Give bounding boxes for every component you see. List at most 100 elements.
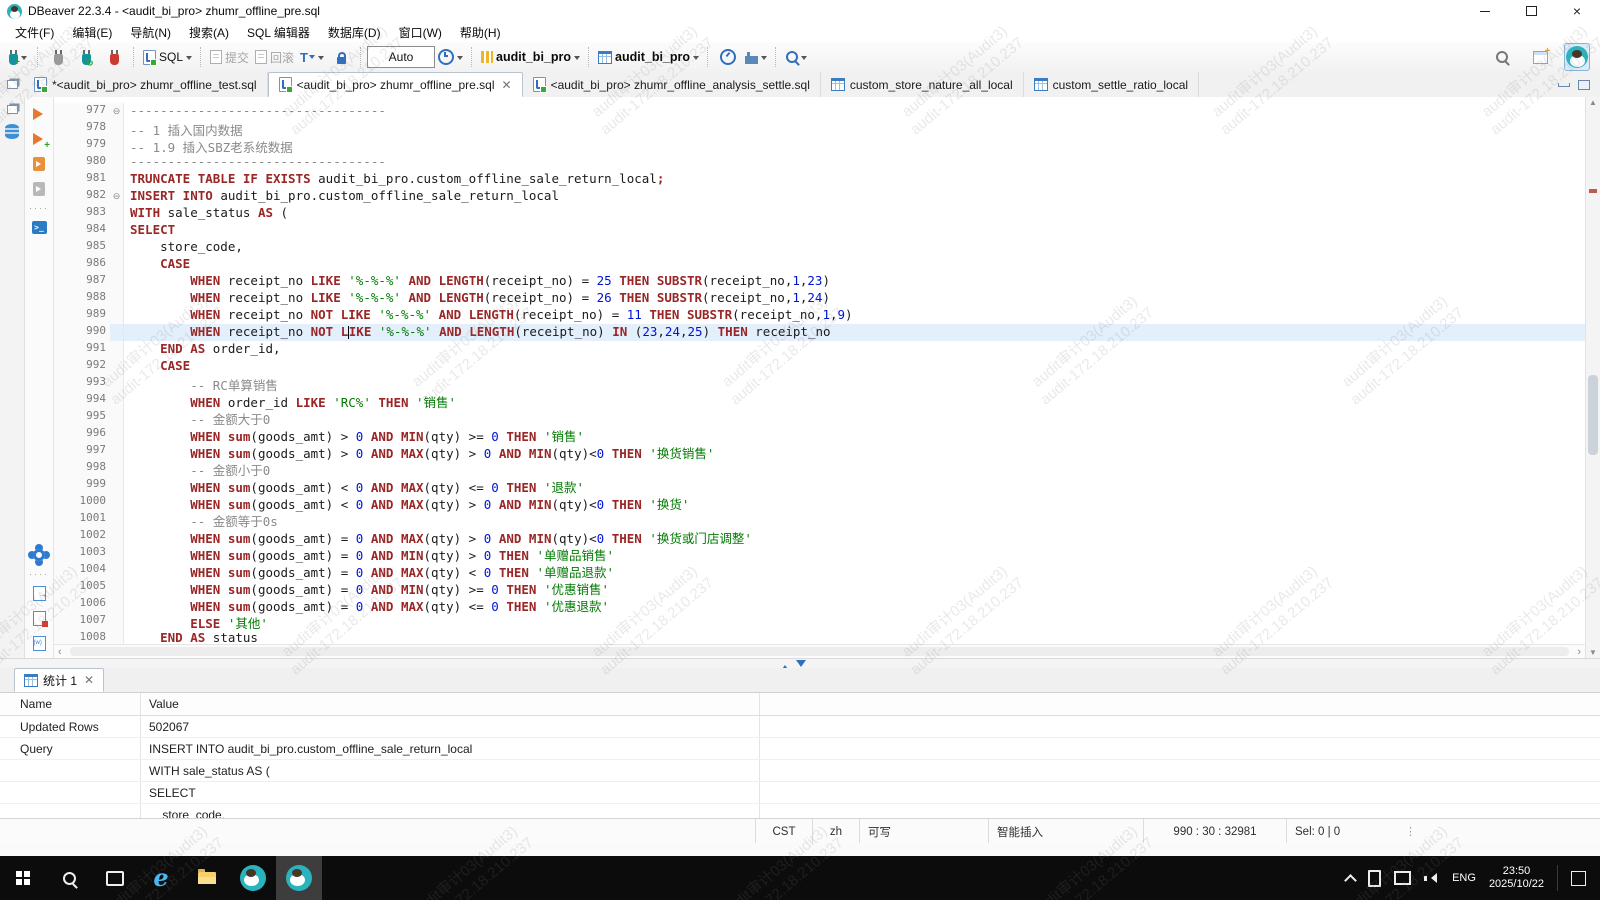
vertical-scrollbar[interactable]: ▲ ▼ xyxy=(1585,97,1600,658)
file-explorer-button[interactable] xyxy=(184,856,230,900)
code-line[interactable]: 1002 WHEN sum(goods_amt) = 0 AND MAX(qty… xyxy=(54,528,1585,545)
code-line[interactable]: 980---------------------------------- xyxy=(54,154,1585,171)
maximize-button[interactable] xyxy=(1508,0,1554,22)
scroll-left-icon[interactable]: ‹ xyxy=(54,646,66,658)
menu-item-3[interactable]: 搜索(A) xyxy=(180,24,238,41)
code-line[interactable]: 999 WHEN sum(goods_amt) < 0 AND MAX(qty)… xyxy=(54,477,1585,494)
minimize-view-icon[interactable] xyxy=(1558,83,1570,87)
execute-new-tab-button[interactable]: + xyxy=(30,130,48,148)
export-result-button[interactable] xyxy=(30,584,48,602)
code-line[interactable]: 1000 WHEN sum(goods_amt) < 0 AND MAX(qty… xyxy=(54,494,1585,511)
code-line[interactable]: 991 END AS order_id, xyxy=(54,341,1585,358)
editor-tab-0[interactable]: *<audit_bi_pro> zhumr_offline_test.sql xyxy=(24,72,268,97)
code-line[interactable]: 993 -- RC单算销售 xyxy=(54,375,1585,392)
close-button[interactable]: × xyxy=(1554,0,1600,22)
column-header-value[interactable]: Value xyxy=(141,693,760,715)
editor-tab-4[interactable]: custom_settle_ratio_local xyxy=(1024,72,1199,97)
code-line[interactable]: 987 WHEN receipt_no LIKE '%-%-%' AND LEN… xyxy=(54,273,1585,290)
scroll-right-icon[interactable]: › xyxy=(1573,646,1585,658)
commit-button[interactable]: 提交 xyxy=(207,45,252,69)
minimize-button[interactable] xyxy=(1462,0,1508,22)
code-line[interactable]: 990 WHEN receipt_no NOT LIKE '%-%-%' AND… xyxy=(54,324,1585,341)
dbeaver-taskbar-button[interactable] xyxy=(230,856,276,900)
vertical-scroll-thumb[interactable] xyxy=(1588,375,1598,455)
disconnect-button[interactable] xyxy=(100,45,128,69)
code-line[interactable]: 1006 WHEN sum(goods_amt) = 0 AND MAX(qty… xyxy=(54,596,1585,613)
speaker-icon[interactable] xyxy=(1424,872,1439,885)
code-line[interactable]: 994 WHEN order_id LIKE 'RC%' THEN '销售' xyxy=(54,392,1585,409)
restore-panel-icon[interactable] xyxy=(7,80,18,89)
search-button[interactable] xyxy=(782,45,810,69)
sql-editor-button[interactable]: SQL xyxy=(140,45,195,69)
new-connection-button[interactable]: + xyxy=(4,45,32,69)
notification-center-icon[interactable] xyxy=(1571,871,1586,886)
explain-plan-button[interactable] xyxy=(30,180,48,198)
query-history-button[interactable] xyxy=(435,45,466,69)
clock[interactable]: 23:50 2025/10/22 xyxy=(1489,865,1544,891)
editor-tab-3[interactable]: custom_store_nature_all_local xyxy=(821,72,1024,97)
database-navigator-icon[interactable] xyxy=(5,124,19,139)
column-header-name[interactable]: Name xyxy=(0,693,141,715)
start-button[interactable] xyxy=(0,856,46,900)
horizontal-scrollbar[interactable]: ‹ › xyxy=(54,644,1585,658)
code-line[interactable]: 997 WHEN sum(goods_amt) > 0 AND MAX(qty)… xyxy=(54,443,1585,460)
code-line[interactable]: 981TRUNCATE TABLE IF EXISTS audit_bi_pro… xyxy=(54,171,1585,188)
dbeaver-perspective-button[interactable] xyxy=(1564,43,1590,71)
code-line[interactable]: 982⊖INSERT INTO audit_bi_pro.custom_offl… xyxy=(54,188,1585,205)
lock-button[interactable] xyxy=(327,45,355,69)
code-line[interactable]: 996 WHEN sum(goods_amt) > 0 AND MIN(qty)… xyxy=(54,426,1585,443)
scroll-down-icon[interactable]: ▼ xyxy=(1586,648,1600,657)
dbeaver-taskbar-button-active[interactable] xyxy=(276,856,322,900)
menu-item-6[interactable]: 窗口(W) xyxy=(390,24,451,41)
scroll-up-icon[interactable]: ▲ xyxy=(1586,98,1600,107)
code-line[interactable]: 984SELECT xyxy=(54,222,1585,239)
tab-statistics[interactable]: 统计 1 ✕ xyxy=(14,668,104,692)
code-line[interactable]: 1004 WHEN sum(goods_amt) = 0 AND MAX(qty… xyxy=(54,562,1585,579)
restore-view-icon[interactable] xyxy=(7,105,18,114)
output-button[interactable] xyxy=(30,634,48,652)
project-button[interactable] xyxy=(742,45,770,69)
menu-item-1[interactable]: 编辑(E) xyxy=(63,24,121,41)
sql-code-editor[interactable]: 977⊖----------------------------------97… xyxy=(54,97,1585,658)
code-line[interactable]: 998 -- 金额小于0 xyxy=(54,460,1585,477)
code-line[interactable]: 985 store_code, xyxy=(54,239,1585,256)
transaction-mode-button[interactable]: T xyxy=(297,45,327,69)
code-line[interactable]: 986 CASE xyxy=(54,256,1585,273)
connection-selector[interactable]: audit_bi_pro xyxy=(478,45,583,69)
execute-statement-button[interactable] xyxy=(30,105,48,123)
reconnect-button[interactable]: ↻ xyxy=(72,45,100,69)
editor-tab-2[interactable]: <audit_bi_pro> zhumr_offline_analysis_se… xyxy=(523,72,821,97)
code-line[interactable]: 1001 -- 金额等于0s xyxy=(54,511,1585,528)
code-line[interactable]: 995 -- 金额大于0 xyxy=(54,409,1585,426)
close-icon[interactable]: ✕ xyxy=(82,673,94,687)
sql-console-button[interactable]: >_ xyxy=(30,218,48,236)
code-line[interactable]: 992 CASE xyxy=(54,358,1585,375)
editor-tab-1[interactable]: <audit_bi_pro> zhumr_offline_pre.sql✕ xyxy=(268,72,523,97)
menu-item-0[interactable]: 文件(F) xyxy=(6,24,63,41)
global-search-button[interactable] xyxy=(1488,45,1516,69)
code-line[interactable]: 1003 WHEN sum(goods_amt) = 0 AND MIN(qty… xyxy=(54,545,1585,562)
rollback-button[interactable]: 回滚 xyxy=(252,45,297,69)
taskbar-search-button[interactable] xyxy=(46,856,92,900)
schema-selector[interactable]: audit_bi_pro xyxy=(595,45,702,69)
tablet-icon[interactable] xyxy=(1368,870,1381,887)
menu-item-7[interactable]: 帮助(H) xyxy=(451,24,510,41)
connect-button[interactable] xyxy=(44,45,72,69)
overflow-dots-icon[interactable]: ⋮ xyxy=(1405,819,1416,844)
table-row[interactable]: SELECT xyxy=(0,782,1600,804)
code-line[interactable]: 983WITH sale_status AS ( xyxy=(54,205,1585,222)
maximize-view-icon[interactable] xyxy=(1578,80,1590,90)
code-line[interactable]: 1007 ELSE '其他' xyxy=(54,613,1585,630)
table-row[interactable]: Updated Rows502067 xyxy=(0,716,1600,738)
save-to-file-button[interactable] xyxy=(30,609,48,627)
menu-item-2[interactable]: 导航(N) xyxy=(121,24,180,41)
code-line[interactable]: 989 WHEN receipt_no NOT LIKE '%-%-%' AND… xyxy=(54,307,1585,324)
code-line[interactable]: 978-- 1 插入国内数据 xyxy=(54,120,1585,137)
hidden-icons-chevron-icon[interactable] xyxy=(1344,874,1357,887)
internet-explorer-button[interactable]: e xyxy=(138,856,184,900)
code-line[interactable]: 1005 WHEN sum(goods_amt) = 0 AND MIN(qty… xyxy=(54,579,1585,596)
auto-commit-select[interactable]: Auto xyxy=(367,46,435,68)
code-line[interactable]: 979-- 1.9 插入SBZ老系统数据 xyxy=(54,137,1585,154)
horizontal-scroll-thumb[interactable] xyxy=(70,647,1570,656)
editor-settings-button[interactable] xyxy=(30,546,48,564)
